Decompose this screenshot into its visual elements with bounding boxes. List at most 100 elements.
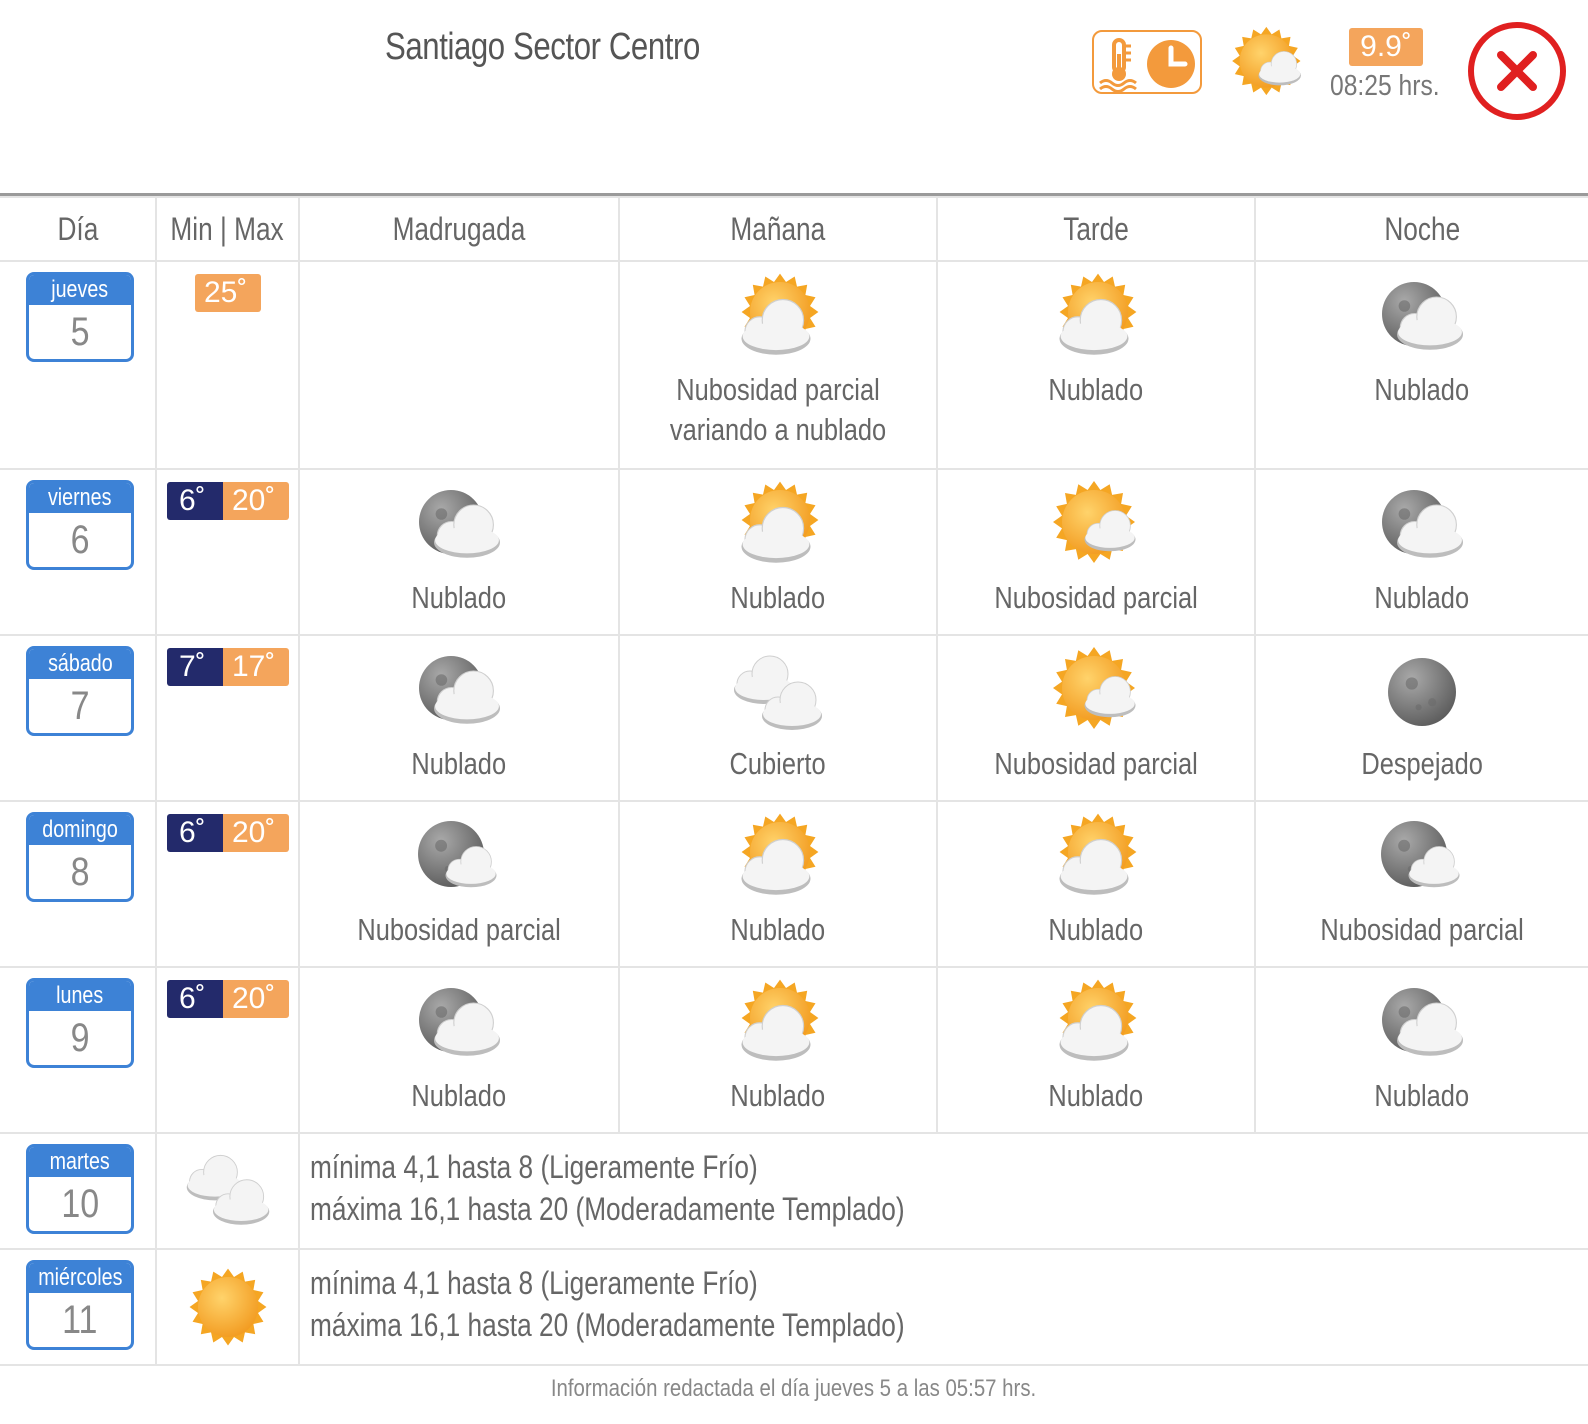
weather-description: Nubosidad parcial xyxy=(1320,912,1524,947)
day-cell: sábado 7 xyxy=(0,634,157,802)
weather-description: Nublado xyxy=(1374,580,1470,615)
max-temp: 17˚ xyxy=(223,648,289,686)
day-name: viernes xyxy=(29,483,131,513)
moon-icon xyxy=(1256,646,1588,742)
day-calendar-badge: martes 10 xyxy=(26,1144,134,1234)
day-number: 10 xyxy=(61,1182,99,1226)
table-row: sábado 7 7˚ 17˚ Nublado Cubierto Nubosid… xyxy=(0,634,1588,802)
minmax-badge: 6˚ 20˚ xyxy=(167,814,298,852)
day-number: 9 xyxy=(70,1016,90,1060)
extended-icon-cell xyxy=(155,1132,300,1250)
weather-description: Nubosidad parcial xyxy=(357,912,561,947)
weather-description: Nublado xyxy=(411,746,507,781)
sun-small-cloud-icon xyxy=(938,646,1254,742)
minmax-badge: 6˚ 20˚ xyxy=(167,482,298,520)
column-header-day: Día xyxy=(0,196,157,262)
minmax-cell: 6˚ 20˚ xyxy=(155,468,300,636)
page-title: Santiago Sector Centro xyxy=(385,26,700,68)
day-calendar-badge: sábado 7 xyxy=(26,646,134,736)
period-cell-madrugada: Nubosidad parcial xyxy=(298,800,620,968)
day-name: sábado xyxy=(29,649,131,679)
moon-small-cloud-icon xyxy=(300,812,618,908)
min-temp: 6˚ xyxy=(167,814,223,852)
period-cell-manana: Nublado xyxy=(618,800,938,968)
day-calendar-badge: viernes 6 xyxy=(26,480,134,570)
period-cell-tarde: Nubosidad parcial xyxy=(936,634,1256,802)
forecast-table: Día Min | Max Madrugada Mañana Tarde Noc… xyxy=(0,196,1588,1366)
minmax-badge: 6˚ 20˚ xyxy=(167,980,298,1018)
weather-description: Nublado xyxy=(1374,1078,1470,1113)
minmax-cell: 6˚ 20˚ xyxy=(155,966,300,1134)
period-cell-tarde: Nublado xyxy=(936,260,1256,470)
day-cell: domingo 8 xyxy=(0,800,157,968)
day-cell: viernes 6 xyxy=(0,468,157,636)
sun-cloud-icon xyxy=(938,978,1254,1074)
sun-cloud-icon xyxy=(938,812,1254,908)
clouds-icon xyxy=(157,1146,298,1236)
minmax-badge: 25˚ xyxy=(195,274,298,312)
period-cell-noche: Despejado xyxy=(1254,634,1588,802)
day-name: miércoles xyxy=(29,1263,131,1293)
day-name: martes xyxy=(29,1147,131,1177)
sun-cloud-icon xyxy=(620,812,936,908)
max-temp: 25˚ xyxy=(195,274,261,312)
period-cell-manana: Nublado xyxy=(618,966,938,1134)
extended-icon-cell xyxy=(155,1248,300,1366)
extended-forecast-text: mínima 4,1 hasta 8 (Ligeramente Frío) má… xyxy=(298,1248,1588,1366)
day-number: 5 xyxy=(70,310,90,354)
weather-description: Nublado xyxy=(730,1078,826,1113)
period-cell-madrugada: Nublado xyxy=(298,966,620,1134)
period-cell-noche: Nublado xyxy=(1254,260,1588,470)
period-cell-noche: Nublado xyxy=(1254,468,1588,636)
sun-cloud-icon xyxy=(938,272,1254,368)
weather-description: Nublado xyxy=(1374,372,1470,407)
weather-description: Nublado xyxy=(411,1078,507,1113)
minmax-cell: 6˚ 20˚ xyxy=(155,800,300,968)
day-number: 6 xyxy=(70,518,90,562)
current-weather-icon xyxy=(1228,26,1308,106)
weather-description: Nubosidad parcial variando a nublado xyxy=(669,372,887,447)
table-row-extended: martes 10 mínima 4,1 hasta 8 (Ligerament… xyxy=(0,1132,1588,1250)
day-calendar-badge: miércoles 11 xyxy=(26,1260,134,1350)
max-temp: 20˚ xyxy=(223,814,289,852)
min-range-text: mínima 4,1 hasta 8 (Ligeramente Frío) xyxy=(310,1149,758,1185)
weather-description: Nubosidad parcial xyxy=(994,746,1198,781)
max-range-text: máxima 16,1 hasta 20 (Moderadamente Temp… xyxy=(310,1307,905,1343)
column-header-tarde: Tarde xyxy=(936,196,1256,262)
table-row-extended: miércoles 11 mínima 4,1 hasta 8 (Ligeram… xyxy=(0,1248,1588,1366)
day-cell: jueves 5 xyxy=(0,260,157,470)
day-number: 8 xyxy=(70,850,90,894)
moon-cloud-icon xyxy=(300,480,618,576)
column-header-madrugada: Madrugada xyxy=(298,196,620,262)
period-cell-manana: Cubierto xyxy=(618,634,938,802)
minmax-cell: 7˚ 17˚ xyxy=(155,634,300,802)
moon-cloud-icon xyxy=(300,646,618,742)
column-header-noche: Noche xyxy=(1254,196,1588,262)
moon-small-cloud-icon xyxy=(1256,812,1588,908)
current-time: 08:25 hrs. xyxy=(1330,70,1440,102)
table-row: lunes 9 6˚ 20˚ Nublado Nublado Nublado N… xyxy=(0,966,1588,1134)
sun-icon xyxy=(157,1262,298,1352)
thermometer-clock-button[interactable] xyxy=(1092,30,1202,94)
weather-description: Nublado xyxy=(730,912,826,947)
table-row: domingo 8 6˚ 20˚ Nubosidad parcial Nubla… xyxy=(0,800,1588,968)
header: Santiago Sector Centro 9.9˚ 08:25 hrs. xyxy=(0,0,1588,195)
period-cell-tarde: Nubosidad parcial xyxy=(936,468,1256,636)
moon-cloud-icon xyxy=(300,978,618,1074)
period-cell-madrugada xyxy=(298,260,620,470)
day-calendar-badge: domingo 8 xyxy=(26,812,134,902)
period-cell-noche: Nubosidad parcial xyxy=(1254,800,1588,968)
current-temperature: 9.9˚ xyxy=(1349,28,1423,66)
moon-cloud-icon xyxy=(1256,480,1588,576)
weather-description: Nublado xyxy=(730,580,826,615)
min-range-text: mínima 4,1 hasta 8 (Ligeramente Frío) xyxy=(310,1265,758,1301)
weather-description: Nublado xyxy=(1048,912,1144,947)
clouds-icon xyxy=(620,646,936,742)
day-number: 11 xyxy=(62,1298,98,1342)
close-button[interactable] xyxy=(1468,22,1566,120)
sun-cloud-icon xyxy=(620,978,936,1074)
day-cell: miércoles 11 xyxy=(0,1248,157,1366)
period-cell-madrugada: Nublado xyxy=(298,468,620,636)
weather-description: Nublado xyxy=(411,580,507,615)
day-name: jueves xyxy=(29,275,131,305)
